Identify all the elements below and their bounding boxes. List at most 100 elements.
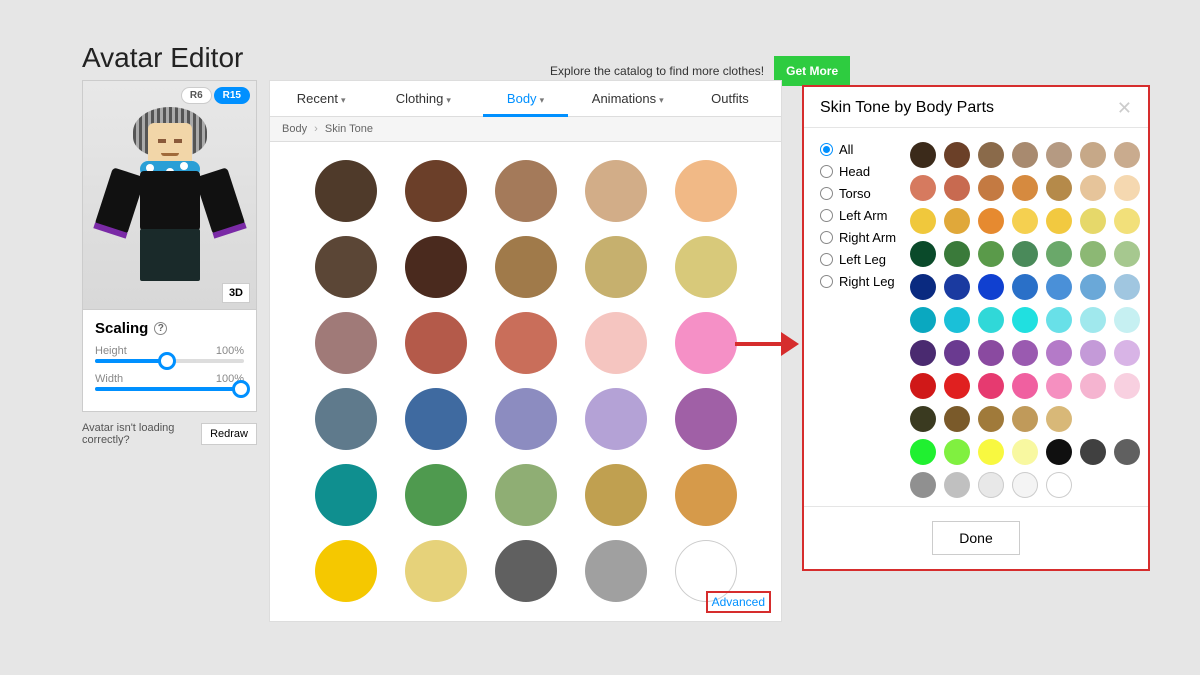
palette-swatch[interactable] — [1012, 175, 1038, 201]
height-slider[interactable]: Height100% — [95, 345, 244, 363]
palette-swatch[interactable] — [1046, 175, 1072, 201]
redraw-button[interactable]: Redraw — [201, 423, 257, 445]
skin-swatch[interactable] — [405, 464, 467, 526]
palette-swatch[interactable] — [1046, 208, 1072, 234]
skin-swatch[interactable] — [675, 464, 737, 526]
palette-swatch[interactable] — [1012, 340, 1038, 366]
bodypart-radio-left-leg[interactable]: Left Leg — [820, 252, 898, 267]
palette-swatch[interactable] — [944, 373, 970, 399]
palette-swatch[interactable] — [910, 241, 936, 267]
skin-swatch[interactable] — [315, 540, 377, 602]
advanced-link[interactable]: Advanced — [706, 591, 771, 613]
palette-swatch[interactable] — [1114, 307, 1140, 333]
skin-swatch[interactable] — [675, 388, 737, 450]
rig-r15-badge[interactable]: R15 — [214, 87, 250, 104]
palette-swatch[interactable] — [978, 406, 1004, 432]
palette-swatch[interactable] — [1012, 406, 1038, 432]
palette-swatch[interactable] — [910, 439, 936, 465]
skin-swatch[interactable] — [495, 464, 557, 526]
height-thumb[interactable] — [158, 352, 176, 370]
palette-swatch[interactable] — [944, 406, 970, 432]
width-slider[interactable]: Width100% — [95, 373, 244, 391]
bodypart-radio-head[interactable]: Head — [820, 164, 898, 179]
bodypart-radio-right-arm[interactable]: Right Arm — [820, 230, 898, 245]
palette-swatch[interactable] — [1046, 439, 1072, 465]
palette-swatch[interactable] — [1012, 208, 1038, 234]
tab-outfits[interactable]: Outfits — [679, 81, 781, 116]
palette-swatch[interactable] — [944, 307, 970, 333]
avatar-preview[interactable]: R6 R15 3D — [82, 80, 257, 310]
palette-swatch[interactable] — [978, 439, 1004, 465]
palette-swatch[interactable] — [1114, 340, 1140, 366]
palette-swatch[interactable] — [978, 340, 1004, 366]
palette-swatch[interactable] — [1012, 307, 1038, 333]
skin-swatch[interactable] — [495, 540, 557, 602]
skin-swatch[interactable] — [405, 236, 467, 298]
palette-swatch[interactable] — [1012, 241, 1038, 267]
palette-swatch[interactable] — [1114, 208, 1140, 234]
bodypart-radio-left-arm[interactable]: Left Arm — [820, 208, 898, 223]
skin-swatch[interactable] — [495, 236, 557, 298]
palette-swatch[interactable] — [910, 142, 936, 168]
help-icon[interactable]: ? — [154, 322, 167, 335]
palette-swatch[interactable] — [1046, 142, 1072, 168]
palette-swatch[interactable] — [944, 340, 970, 366]
palette-swatch[interactable] — [1114, 373, 1140, 399]
skin-swatch[interactable] — [495, 312, 557, 374]
bodypart-radio-right-leg[interactable]: Right Leg — [820, 274, 898, 289]
skin-swatch[interactable] — [585, 160, 647, 222]
palette-swatch[interactable] — [1114, 142, 1140, 168]
palette-swatch[interactable] — [978, 142, 1004, 168]
tab-body[interactable]: Body▾ — [474, 81, 576, 116]
rig-r6-badge[interactable]: R6 — [181, 87, 212, 104]
palette-swatch[interactable] — [1046, 274, 1072, 300]
palette-swatch[interactable] — [1114, 175, 1140, 201]
palette-swatch[interactable] — [1046, 406, 1072, 432]
palette-swatch[interactable] — [1046, 373, 1072, 399]
palette-swatch[interactable] — [944, 439, 970, 465]
skin-swatch[interactable] — [675, 312, 737, 374]
palette-swatch[interactable] — [910, 274, 936, 300]
palette-swatch[interactable] — [1012, 373, 1038, 399]
skin-swatch[interactable] — [315, 464, 377, 526]
palette-swatch[interactable] — [1080, 340, 1106, 366]
palette-swatch[interactable] — [1012, 439, 1038, 465]
palette-swatch[interactable] — [910, 406, 936, 432]
width-thumb[interactable] — [232, 380, 250, 398]
palette-swatch[interactable] — [978, 472, 1004, 498]
skin-swatch[interactable] — [585, 388, 647, 450]
skin-swatch[interactable] — [675, 160, 737, 222]
tab-recent[interactable]: Recent▾ — [270, 81, 372, 116]
skin-swatch[interactable] — [585, 312, 647, 374]
palette-swatch[interactable] — [978, 208, 1004, 234]
palette-swatch[interactable] — [910, 208, 936, 234]
skin-swatch[interactable] — [405, 388, 467, 450]
skin-swatch[interactable] — [405, 160, 467, 222]
palette-swatch[interactable] — [1080, 241, 1106, 267]
close-icon[interactable]: ✕ — [1117, 99, 1132, 117]
palette-swatch[interactable] — [1012, 142, 1038, 168]
palette-swatch[interactable] — [910, 307, 936, 333]
palette-swatch[interactable] — [944, 241, 970, 267]
palette-swatch[interactable] — [1046, 241, 1072, 267]
skin-swatch[interactable] — [585, 236, 647, 298]
palette-swatch[interactable] — [1080, 274, 1106, 300]
skin-swatch[interactable] — [405, 540, 467, 602]
skin-swatch[interactable] — [585, 540, 647, 602]
palette-swatch[interactable] — [944, 175, 970, 201]
skin-swatch[interactable] — [315, 312, 377, 374]
done-button[interactable]: Done — [932, 521, 1019, 555]
palette-swatch[interactable] — [944, 472, 970, 498]
palette-swatch[interactable] — [944, 142, 970, 168]
palette-swatch[interactable] — [1012, 472, 1038, 498]
palette-swatch[interactable] — [910, 373, 936, 399]
get-more-button[interactable]: Get More — [774, 56, 850, 86]
skin-swatch[interactable] — [315, 388, 377, 450]
palette-swatch[interactable] — [1012, 274, 1038, 300]
palette-swatch[interactable] — [910, 175, 936, 201]
bodypart-radio-torso[interactable]: Torso — [820, 186, 898, 201]
palette-swatch[interactable] — [1080, 439, 1106, 465]
palette-swatch[interactable] — [1114, 439, 1140, 465]
skin-swatch[interactable] — [315, 160, 377, 222]
palette-swatch[interactable] — [944, 208, 970, 234]
